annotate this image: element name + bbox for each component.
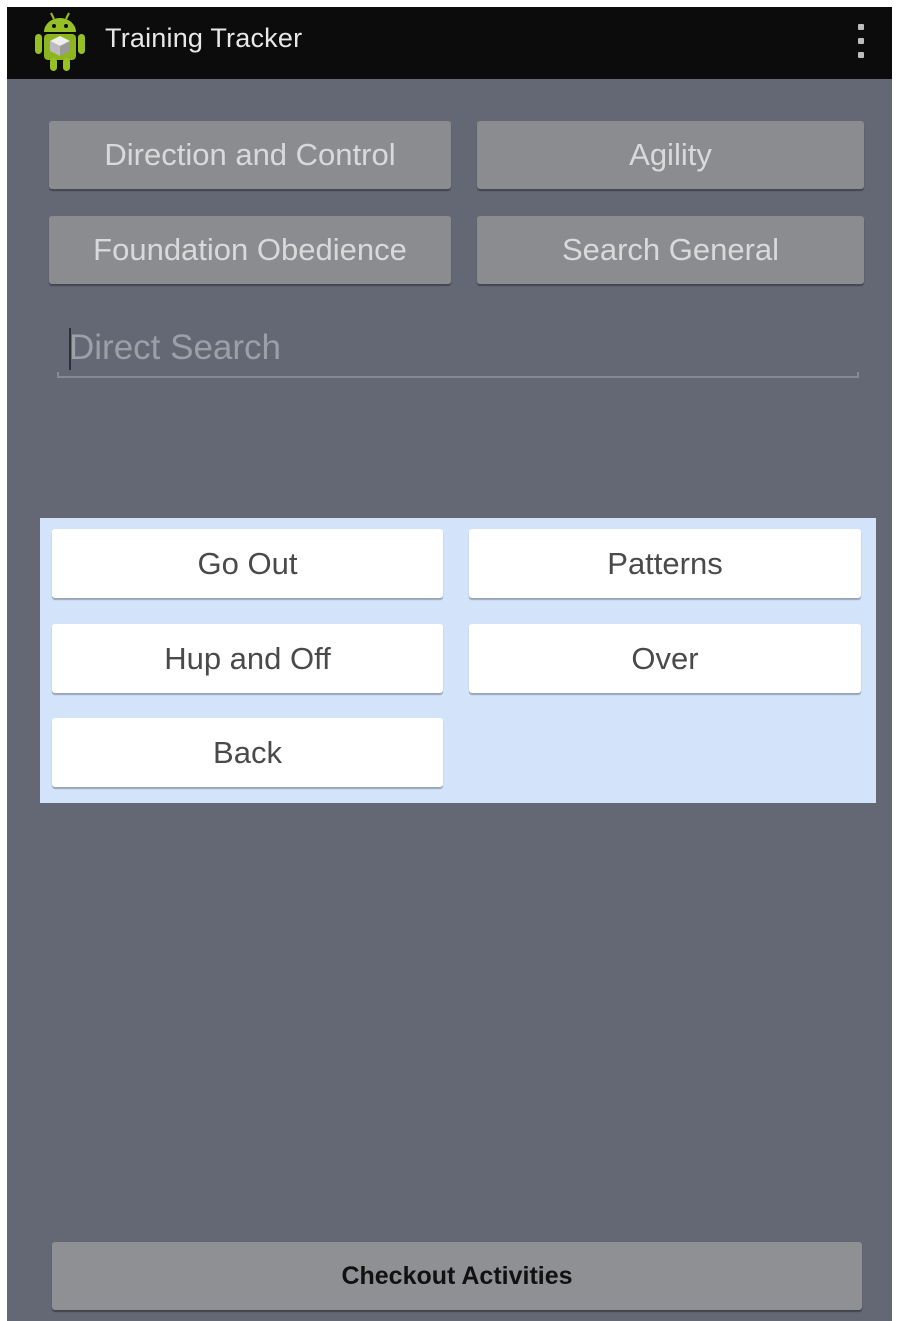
- app-title: Training Tracker: [105, 23, 303, 53]
- search-general-button[interactable]: Search General: [477, 216, 864, 284]
- android-robot-icon[interactable]: [33, 10, 87, 72]
- checkout-activities-button[interactable]: Checkout Activities: [52, 1242, 862, 1310]
- direct-search-input[interactable]: [69, 324, 849, 372]
- agility-button[interactable]: Agility: [477, 121, 864, 189]
- back-button[interactable]: Back: [52, 718, 443, 787]
- overflow-menu-icon[interactable]: [851, 21, 871, 61]
- app-screen: Training Tracker Direction and Control A…: [7, 7, 892, 1321]
- action-bar: Training Tracker: [7, 7, 892, 79]
- underline-tick: [857, 372, 859, 378]
- direct-search-field[interactable]: [57, 320, 859, 378]
- over-button[interactable]: Over: [469, 624, 861, 693]
- foundation-obedience-button[interactable]: Foundation Obedience: [49, 216, 451, 284]
- patterns-button[interactable]: Patterns: [469, 529, 861, 598]
- underline-tick: [57, 372, 59, 378]
- direction-and-control-button[interactable]: Direction and Control: [49, 121, 451, 189]
- hup-and-off-button[interactable]: Hup and Off: [52, 624, 443, 693]
- go-out-button[interactable]: Go Out: [52, 529, 443, 598]
- search-underline: [57, 376, 859, 378]
- text-cursor: [69, 328, 71, 370]
- subcategory-popup: Go Out Patterns Hup and Off Over Back: [40, 518, 876, 803]
